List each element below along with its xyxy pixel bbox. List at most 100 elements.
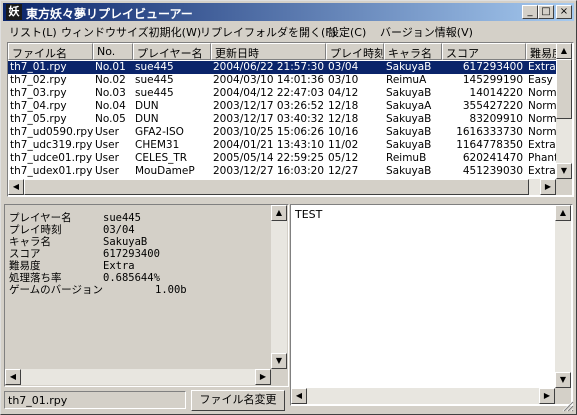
vertical-scroll-thumb[interactable] (556, 59, 572, 119)
cell-filename: th7_udex01.rpy (10, 165, 93, 177)
app-icon[interactable]: 妖 (6, 4, 22, 20)
cell-difficulty: Norma (528, 100, 556, 112)
cell-number: User (95, 165, 119, 177)
cell-updated: 2003/12/17 03:26:52 (213, 100, 325, 112)
info-value: 1.00b (155, 284, 187, 296)
info-scroll-right-arrow-icon[interactable]: ▶ (255, 369, 271, 385)
cell-character: SakuyaB (386, 126, 432, 138)
table-row[interactable]: th7_udce01.rpy User CELES_TR 2005/05/14 22:… (8, 152, 556, 165)
horizontal-scroll-thumb[interactable] (24, 179, 529, 195)
cell-play-time: 12/18 (328, 100, 359, 112)
cell-filename: th7_udc319.rpy (10, 139, 93, 151)
cell-score: 83209910 (469, 113, 523, 125)
table-row[interactable]: th7_04.rpy No.04 DUN 2003/12/17 03:26:52 12/… (8, 100, 556, 113)
cell-player: CELES_TR (135, 152, 188, 164)
column-header-character[interactable]: キャラ名 (384, 43, 442, 60)
cell-character: SakuyaB (386, 139, 432, 151)
cell-updated: 2004/06/22 21:57:30 (213, 61, 325, 73)
cell-player: sue445 (135, 74, 174, 86)
column-header-play-time[interactable]: プレイ時刻 (326, 43, 384, 60)
cell-number: User (95, 139, 119, 151)
cell-difficulty: Norma (528, 87, 556, 99)
table-row[interactable]: th7_01.rpy No.01 sue445 2004/06/22 21:57:30… (8, 61, 556, 74)
cell-character: SakuyaB (386, 87, 432, 99)
cell-play-time: 03/04 (328, 61, 359, 73)
menu-reset-window[interactable]: ウィンドウサイズ初期化(W) (61, 24, 201, 40)
cell-difficulty: Extra (528, 165, 556, 177)
info-scroll-left-arrow-icon[interactable]: ◀ (5, 369, 21, 385)
cell-filename: th7_01.rpy (10, 61, 67, 73)
cell-updated: 2005/05/14 22:59:25 (213, 152, 325, 164)
comment-scroll-down-arrow-icon[interactable]: ▼ (555, 372, 571, 388)
filename-field[interactable]: th7_01.rpy (4, 391, 186, 409)
list-rows: th7_01.rpy No.01 sue445 2004/06/22 21:57:30… (8, 61, 556, 179)
rename-file-button[interactable]: ファイル名変更 (191, 390, 285, 411)
scroll-up-arrow-icon[interactable]: ▲ (556, 43, 572, 59)
cell-number: No.04 (95, 100, 126, 112)
column-header-number[interactable]: No. (93, 43, 133, 60)
table-row[interactable]: th7_ud0590.rpy User GFA2-ISO 2003/10/25 15:… (8, 126, 556, 139)
cell-difficulty: Phant (528, 152, 556, 164)
cell-play-time: 03/10 (328, 74, 359, 86)
menu-open-folder[interactable]: リプレイフォルダを開く(F) (200, 24, 336, 40)
comment-vertical-scrollbar[interactable]: ▲ ▼ (555, 205, 571, 388)
comment-scroll-up-arrow-icon[interactable]: ▲ (555, 205, 571, 221)
cell-number: No.02 (95, 74, 126, 86)
menu-version-info[interactable]: バージョン情報(V) (380, 24, 473, 40)
cell-character: SakuyaB (386, 113, 432, 125)
close-button[interactable]: × (556, 5, 572, 19)
table-row[interactable]: th7_udc319.rpy User CHEM31 2004/01/21 13:43… (8, 139, 556, 152)
scroll-left-arrow-icon[interactable]: ◀ (8, 179, 24, 195)
list-header: ファイル名 No. プレイヤー名 更新日時 プレイ時刻 キャラ名 スコア 難易度 (8, 43, 566, 60)
table-row[interactable]: th7_05.rpy No.05 DUN 2003/12/17 03:40:32 12/… (8, 113, 556, 126)
info-scroll-up-arrow-icon[interactable]: ▲ (271, 205, 287, 221)
minimize-button[interactable]: _ (522, 5, 538, 19)
list-horizontal-scrollbar[interactable]: ◀ ▶ (8, 179, 556, 195)
cell-play-time: 12/18 (328, 113, 359, 125)
resize-grip-icon[interactable] (562, 400, 574, 412)
cell-character: ReimuB (386, 152, 427, 164)
column-header-filename[interactable]: ファイル名 (8, 43, 93, 60)
maximize-button[interactable]: □ (538, 5, 554, 19)
cell-score: 355427220 (462, 100, 523, 112)
cell-filename: th7_02.rpy (10, 74, 67, 86)
comment-horizontal-scrollbar[interactable]: ◀ ▶ (291, 388, 555, 404)
cell-updated: 2004/04/12 22:47:03 (213, 87, 325, 99)
replay-info-panel[interactable]: プレイヤー名 sue445 プレイ時刻 03/04 キャラ名 SakuyaB スコア 6172… (4, 204, 289, 387)
comment-text[interactable]: TEST (295, 208, 322, 221)
cell-difficulty: Easy (528, 74, 553, 86)
info-label: ゲームのバージョン (9, 284, 103, 296)
cell-score: 620241470 (462, 152, 523, 164)
cell-play-time: 11/02 (328, 139, 359, 151)
info-horizontal-scrollbar[interactable]: ◀ ▶ (5, 369, 271, 385)
cell-number: User (95, 126, 119, 138)
scroll-right-arrow-icon[interactable]: ▶ (540, 179, 556, 195)
column-header-updated[interactable]: 更新日時 (211, 43, 326, 60)
cell-difficulty: Extra (528, 139, 556, 151)
cell-difficulty: Norma (528, 113, 556, 125)
menu-list[interactable]: リスト(L) (9, 24, 57, 40)
info-vertical-scrollbar[interactable]: ▲ ▼ (271, 205, 287, 369)
table-row[interactable]: th7_02.rpy No.02 sue445 2004/03/10 14:01:36… (8, 74, 556, 87)
main-window: 妖 東方妖々夢リプレイビューアー _ □ × リスト(L) ウィンドウサイズ初期… (0, 0, 577, 415)
cell-filename: th7_04.rpy (10, 100, 67, 112)
cell-character: SakuyaB (386, 165, 432, 177)
column-header-score[interactable]: スコア (442, 43, 526, 60)
cell-score: 145299190 (462, 74, 523, 86)
scroll-down-arrow-icon[interactable]: ▼ (556, 163, 572, 179)
table-row[interactable]: th7_03.rpy No.03 sue445 2004/04/12 22:47:03… (8, 87, 556, 100)
cell-play-time: 10/16 (328, 126, 359, 138)
comment-panel[interactable]: TEST ▲ ▼ ◀ ▶ (290, 204, 573, 406)
list-vertical-scrollbar[interactable]: ▲ ▼ (556, 43, 572, 179)
replay-list[interactable]: ファイル名 No. プレイヤー名 更新日時 プレイ時刻 キャラ名 スコア 難易度… (7, 42, 574, 197)
menu-settings[interactable]: 設定(C) (328, 24, 366, 40)
cell-character: SakuyaB (386, 61, 432, 73)
table-row[interactable]: th7_udex01.rpy User MouDameP 2003/12/27 16:… (8, 165, 556, 178)
cell-character: ReimuA (386, 74, 427, 86)
comment-scroll-left-arrow-icon[interactable]: ◀ (291, 388, 307, 404)
cell-player: MouDameP (135, 165, 195, 177)
column-header-player[interactable]: プレイヤー名 (133, 43, 211, 60)
comment-scroll-right-arrow-icon[interactable]: ▶ (539, 388, 555, 404)
info-scroll-down-arrow-icon[interactable]: ▼ (271, 353, 287, 369)
title-bar[interactable]: 妖 東方妖々夢リプレイビューアー _ □ × (3, 3, 574, 21)
